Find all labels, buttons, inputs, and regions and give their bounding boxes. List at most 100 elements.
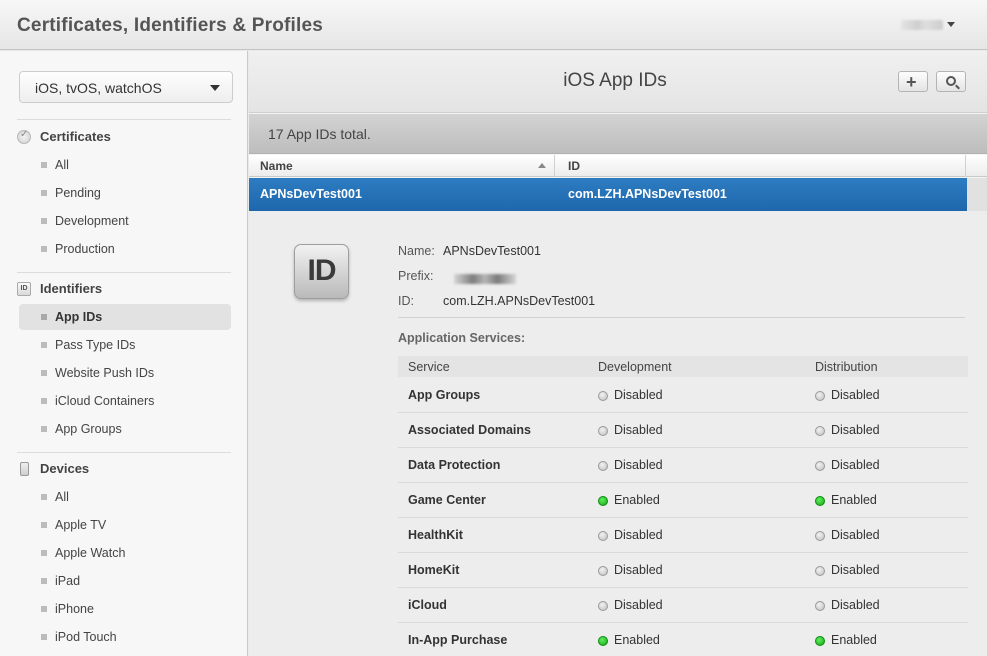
- bullet-icon: [41, 342, 47, 348]
- divider: [17, 452, 231, 453]
- certificate-icon: [17, 129, 31, 144]
- sidebar-item-devices-all[interactable]: All: [19, 484, 231, 510]
- sidebar-item-icloud-containers[interactable]: iCloud Containers: [19, 388, 231, 414]
- sidebar-item-label: Development: [55, 214, 129, 228]
- status-label: Disabled: [831, 388, 880, 402]
- section-title: Identifiers: [40, 281, 103, 296]
- platform-select[interactable]: iOS, tvOS, watchOS: [19, 71, 233, 103]
- sidebar-item-production[interactable]: Production: [19, 236, 231, 262]
- status-label: Disabled: [831, 598, 880, 612]
- column-header-id[interactable]: ID: [568, 159, 580, 173]
- prefix-label: Prefix:: [398, 269, 434, 283]
- bullet-icon: [41, 190, 47, 196]
- section-title: Devices: [40, 461, 90, 476]
- status-enabled-icon: [815, 496, 825, 506]
- device-icon: [20, 462, 29, 476]
- plus-icon: +: [906, 72, 917, 92]
- status-label: Disabled: [831, 528, 880, 542]
- status-disabled-icon: [815, 461, 825, 471]
- bullet-icon: [41, 634, 47, 640]
- sidebar-item-apple-tv[interactable]: Apple TV: [19, 512, 231, 538]
- status-disabled-icon: [815, 601, 825, 611]
- status-disabled-icon: [815, 426, 825, 436]
- sidebar-item-app-ids[interactable]: App IDs: [19, 304, 231, 330]
- status-label: Disabled: [614, 528, 663, 542]
- status-disabled-icon: [815, 391, 825, 401]
- bullet-icon: [41, 162, 47, 168]
- status-label: Enabled: [614, 493, 660, 507]
- status-label: Enabled: [831, 493, 877, 507]
- sidebar-item-website-push-ids[interactable]: Website Push IDs: [19, 360, 231, 386]
- bullet-icon: [41, 370, 47, 376]
- sidebar-item-label: iPad: [55, 574, 81, 588]
- services-header-distribution: Distribution: [815, 360, 878, 374]
- table-row: Game Center Enabled Enabled: [398, 483, 968, 518]
- service-name: Associated Domains: [408, 423, 531, 437]
- chevron-down-icon: [210, 85, 220, 91]
- status-disabled-icon: [598, 391, 608, 401]
- chevron-down-icon: [947, 22, 955, 27]
- service-name: HomeKit: [408, 563, 460, 577]
- row-id: com.LZH.APNsDevTest001: [568, 187, 727, 201]
- column-divider[interactable]: [554, 155, 555, 177]
- status-label: Disabled: [614, 458, 663, 472]
- sidebar: iOS, tvOS, watchOS Certificates All Pend…: [0, 51, 248, 656]
- account-menu[interactable]: [901, 18, 955, 32]
- status-disabled-icon: [598, 531, 608, 541]
- platform-select-label: iOS, tvOS, watchOS: [35, 80, 162, 96]
- status-enabled-icon: [815, 636, 825, 646]
- table-row: HealthKit Disabled Disabled: [398, 518, 968, 553]
- services-header-development: Development: [598, 360, 672, 374]
- status-enabled-icon: [598, 496, 608, 506]
- status-label: Disabled: [614, 423, 663, 437]
- app-title: Certificates, Identifiers & Profiles: [17, 15, 324, 36]
- column-header-name[interactable]: Name: [260, 159, 293, 173]
- sidebar-item-label: Apple Watch: [55, 546, 126, 560]
- table-row: App Groups Disabled Disabled: [398, 378, 968, 413]
- sidebar-item-pending[interactable]: Pending: [19, 180, 231, 206]
- services-header-service: Service: [408, 360, 450, 374]
- sidebar-item-iphone[interactable]: iPhone: [19, 596, 231, 622]
- table-row: HomeKit Disabled Disabled: [398, 553, 968, 588]
- top-header: Certificates, Identifiers & Profiles: [0, 0, 987, 50]
- sidebar-item-label: iPod Touch: [55, 630, 117, 644]
- name-label: Name:: [398, 244, 435, 258]
- search-button[interactable]: [936, 71, 966, 92]
- sidebar-item-apple-watch[interactable]: Apple Watch: [19, 540, 231, 566]
- status-disabled-icon: [598, 566, 608, 576]
- main-panel: iOS App IDs + 17 App IDs total. Name ID …: [249, 51, 987, 656]
- column-divider[interactable]: [965, 155, 966, 177]
- page-title: iOS App IDs: [563, 70, 667, 91]
- service-name: In-App Purchase: [408, 633, 508, 647]
- status-disabled-icon: [598, 601, 608, 611]
- name-value: APNsDevTest001: [443, 244, 541, 258]
- prefix-value-redacted: [454, 274, 516, 284]
- sort-ascending-icon[interactable]: [538, 163, 546, 168]
- service-name: HealthKit: [408, 528, 463, 542]
- services-table-header: Service Development Distribution: [398, 356, 968, 377]
- add-button[interactable]: +: [898, 71, 928, 92]
- table-row: Associated Domains Disabled Disabled: [398, 413, 968, 448]
- sidebar-item-ipad[interactable]: iPad: [19, 568, 231, 594]
- sidebar-item-certificates-all[interactable]: All: [19, 152, 231, 178]
- status-label: Disabled: [831, 423, 880, 437]
- sidebar-item-label: All: [55, 490, 69, 504]
- status-disabled-icon: [815, 566, 825, 576]
- sidebar-item-pass-type-ids[interactable]: Pass Type IDs: [19, 332, 231, 358]
- main-header: iOS App IDs +: [249, 51, 987, 113]
- row-name: APNsDevTest001: [260, 187, 362, 201]
- status-disabled-icon: [815, 531, 825, 541]
- status-label: Disabled: [614, 598, 663, 612]
- scrollbar-track[interactable]: [967, 178, 987, 211]
- table-row-selected[interactable]: APNsDevTest001 com.LZH.APNsDevTest001: [249, 178, 967, 211]
- sidebar-item-label: All: [55, 158, 69, 172]
- service-name: iCloud: [408, 598, 447, 612]
- bullet-icon: [41, 218, 47, 224]
- application-services-title: Application Services:: [398, 331, 526, 345]
- bullet-icon: [41, 522, 47, 528]
- sidebar-item-label: Apple TV: [55, 518, 107, 532]
- status-label: Enabled: [614, 633, 660, 647]
- sidebar-item-app-groups[interactable]: App Groups: [19, 416, 231, 442]
- sidebar-item-ipod-touch[interactable]: iPod Touch: [19, 624, 231, 650]
- sidebar-item-development[interactable]: Development: [19, 208, 231, 234]
